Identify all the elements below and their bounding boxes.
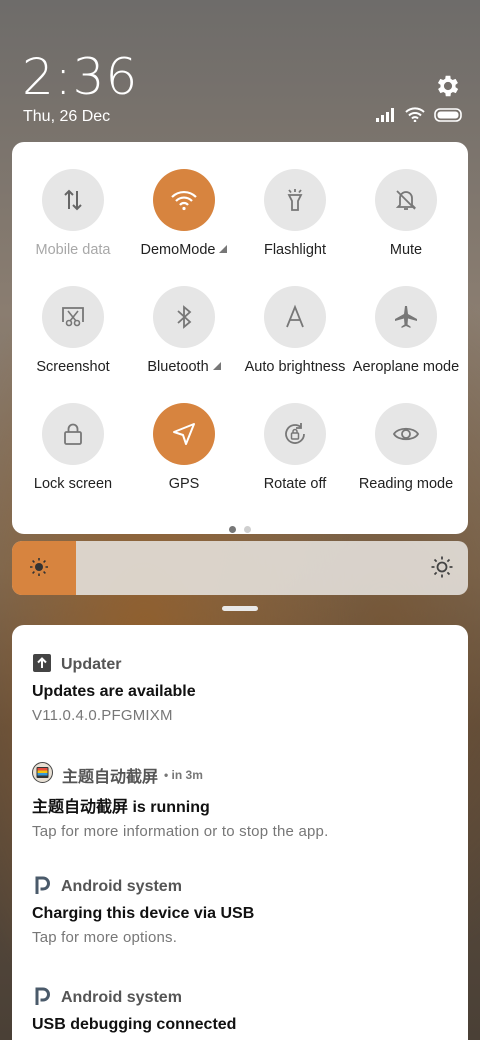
notification-time: • in 3m	[164, 768, 203, 782]
tile-label: Bluetooth	[147, 359, 209, 375]
tile-demomode[interactable]: DemoMode	[128, 142, 240, 258]
rotate-lock-icon	[264, 403, 326, 465]
notification-header: 主题自动截屏 • in 3m	[32, 762, 452, 788]
notification-title: Updates are available	[32, 683, 196, 700]
tile-mobile-data[interactable]: Mobile data	[17, 142, 129, 258]
airplane-icon	[375, 286, 437, 348]
notification-app-name: 主题自动截屏	[62, 769, 159, 786]
clock: 2:36	[22, 48, 139, 106]
tile-aeroplane-mode[interactable]: Aeroplane mode	[350, 259, 462, 375]
brightness-slider[interactable]	[12, 541, 468, 595]
tile-label: Screenshot	[36, 359, 110, 375]
tile-rotate-off[interactable]: Rotate off	[239, 376, 351, 492]
notification-header: Android system	[32, 985, 452, 1011]
location-arrow-icon	[153, 403, 215, 465]
tile-lock-screen[interactable]: Lock screen	[17, 376, 129, 492]
tile-gps[interactable]: GPS	[128, 376, 240, 492]
tile-label: Mute	[389, 242, 423, 258]
status-bar: 2:36 Thu, 26 Dec	[0, 0, 480, 140]
quick-settings-panel: Mobile data DemoMode Flashlight Mute Scr…	[12, 142, 468, 534]
bluetooth-icon	[153, 286, 215, 348]
tile-label: Aeroplane mode	[352, 359, 460, 375]
notification-header: Android system	[32, 874, 452, 900]
tile-reading-mode[interactable]: Reading mode	[350, 376, 462, 492]
tile-label: Mobile data	[35, 242, 111, 258]
tile-label: Rotate off	[263, 476, 327, 492]
drag-handle[interactable]	[222, 606, 258, 611]
wifi-icon	[153, 169, 215, 231]
lock-icon	[42, 403, 104, 465]
notification-body: V11.0.4.0.PFGMIXM	[32, 707, 173, 724]
page-dot-2[interactable]	[244, 526, 251, 533]
android-system-icon	[32, 986, 52, 1011]
mute-bell-icon	[375, 169, 437, 231]
page-dot-1[interactable]	[229, 526, 236, 533]
tile-label: Flashlight	[263, 242, 327, 258]
screenshot-icon	[42, 286, 104, 348]
notification-usb-debugging[interactable]: Android system USB debugging connected	[32, 985, 452, 1034]
android-system-icon	[32, 875, 52, 900]
tile-screenshot[interactable]: Screenshot	[17, 259, 129, 375]
wifi-icon	[405, 107, 425, 127]
flashlight-icon	[264, 169, 326, 231]
brightness-high-icon	[430, 555, 454, 584]
settings-gear-icon[interactable]	[434, 72, 462, 100]
auto-brightness-icon	[264, 286, 326, 348]
tile-label: Lock screen	[33, 476, 113, 492]
notification-usb-charging[interactable]: Android system Charging this device via …	[32, 874, 452, 946]
notification-panel: Updater Updates are available V11.0.4.0.…	[12, 625, 468, 1040]
menu-triangle-icon	[212, 362, 221, 370]
eye-icon	[375, 403, 437, 465]
mobile-data-icon	[42, 169, 104, 231]
tile-bluetooth[interactable]: Bluetooth	[128, 259, 240, 375]
notification-header: Updater	[32, 652, 452, 678]
notification-app-name: Updater	[61, 656, 122, 673]
tile-label: DemoMode	[140, 242, 216, 258]
notification-app-name: Android system	[61, 878, 182, 895]
brightness-low-icon	[28, 556, 50, 583]
notification-updater[interactable]: Updater Updates are available V11.0.4.0.…	[32, 652, 452, 724]
notification-app-name: Android system	[61, 989, 182, 1006]
tile-label: GPS	[168, 476, 200, 492]
tile-label: Reading mode	[358, 476, 454, 492]
date: Thu, 26 Dec	[23, 108, 111, 125]
tile-label-row: DemoMode	[128, 242, 240, 258]
battery-icon	[434, 107, 464, 127]
notification-body: Tap for more options.	[32, 929, 178, 946]
theme-screenshot-app-icon	[32, 762, 53, 788]
menu-triangle-icon	[219, 245, 228, 253]
notification-body: Tap for more information or to stop the …	[32, 823, 329, 840]
notification-theme-screenshot[interactable]: 主题自动截屏 • in 3m 主题自动截屏 is running Tap for…	[32, 762, 452, 840]
tile-flashlight[interactable]: Flashlight	[239, 142, 351, 258]
updater-arrow-icon	[32, 653, 52, 678]
tile-label-row: Bluetooth	[128, 359, 240, 375]
tile-auto-brightness[interactable]: Auto brightness	[239, 259, 351, 375]
signal-icon	[376, 107, 396, 127]
system-icons	[376, 107, 464, 127]
tile-label: Auto brightness	[244, 359, 346, 375]
tile-mute[interactable]: Mute	[350, 142, 462, 258]
page-indicator	[12, 520, 468, 538]
notification-title: 主题自动截屏 is running	[32, 799, 210, 816]
notification-title: Charging this device via USB	[32, 905, 255, 922]
notification-title: USB debugging connected	[32, 1016, 237, 1033]
